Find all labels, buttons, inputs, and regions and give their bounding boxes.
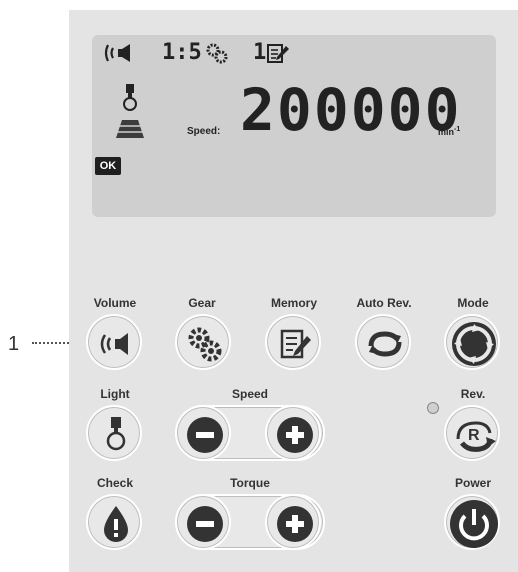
check-button[interactable] — [86, 494, 142, 550]
lcd-speed-label: Speed: — [187, 126, 221, 137]
power-label: Power — [454, 476, 491, 490]
light-button[interactable] — [86, 405, 142, 461]
auto-rev-icon — [368, 331, 402, 357]
power-icon — [450, 500, 498, 548]
callout-number: 1 — [8, 333, 20, 355]
volume-label: Volume — [93, 296, 137, 310]
plus-icon — [277, 506, 313, 542]
lcd-volume-icon — [104, 44, 130, 62]
rev-indicator-led — [427, 402, 439, 414]
speed-label: Speed — [231, 387, 268, 401]
memory-label: Memory — [270, 296, 317, 310]
torque-minus-button[interactable] — [175, 494, 231, 550]
lcd-gear-ratio: 1:5 — [162, 40, 202, 65]
auto-rev-button[interactable] — [355, 314, 411, 370]
lcd-light-icon — [116, 84, 144, 138]
minus-icon — [187, 506, 223, 542]
speed-plus-button[interactable] — [265, 405, 321, 461]
rev-label: Rev. — [460, 387, 486, 401]
svg-text:R: R — [468, 427, 480, 444]
check-drop-icon — [104, 506, 128, 542]
lcd-speed-unit: min-1 — [438, 126, 460, 137]
auto-rev-label: Auto Rev. — [356, 296, 412, 310]
check-label: Check — [96, 476, 134, 490]
lcd-memory-icon — [267, 44, 289, 63]
lcd-speed-value: 200000 — [240, 76, 462, 144]
light-icon — [106, 417, 126, 451]
speed-minus-button[interactable] — [175, 405, 231, 461]
plus-icon — [277, 417, 313, 453]
torque-label: Torque — [230, 476, 270, 490]
memory-icon — [280, 329, 311, 359]
volume-button[interactable] — [86, 314, 142, 370]
mode-icon — [452, 322, 496, 366]
unit-text: min — [438, 127, 455, 137]
memory-button[interactable] — [265, 314, 321, 370]
gear-label: Gear — [188, 296, 216, 310]
rev-icon: R — [456, 421, 496, 452]
gear-button[interactable] — [175, 314, 231, 370]
torque-plus-button[interactable] — [265, 494, 321, 550]
unit-exponent: -1 — [454, 126, 461, 133]
lcd-memory-number: 1 — [253, 40, 267, 65]
volume-icon — [100, 333, 128, 355]
rev-button[interactable]: R — [444, 405, 500, 461]
minus-icon — [187, 417, 223, 453]
lcd-gear-icon — [206, 43, 228, 64]
mode-label: Mode — [457, 296, 489, 310]
lcd-ok-badge: OK — [95, 157, 121, 175]
power-button[interactable] — [444, 494, 500, 550]
light-label: Light — [100, 387, 130, 401]
mode-button[interactable] — [444, 314, 500, 370]
gear-icon — [188, 327, 222, 362]
